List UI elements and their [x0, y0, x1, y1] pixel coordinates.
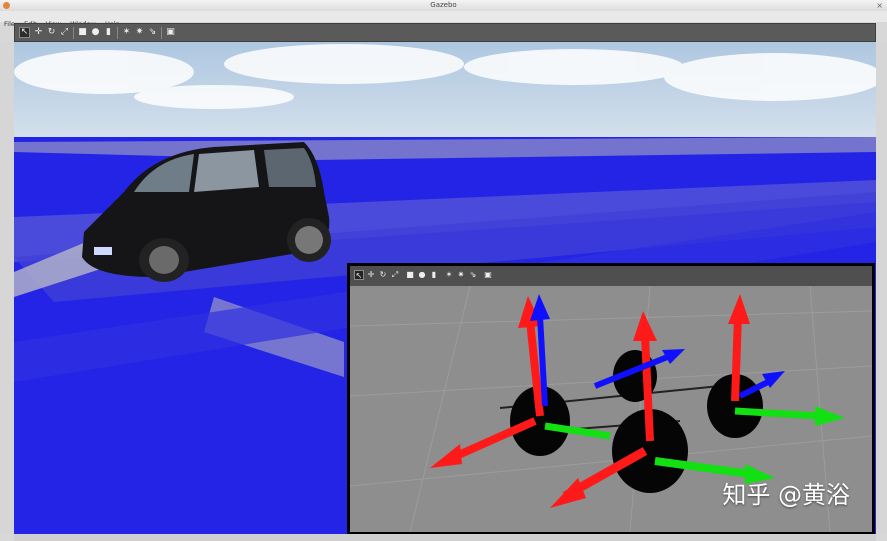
status-bar — [14, 534, 876, 541]
point-light-icon[interactable]: ✶ — [121, 27, 132, 38]
rotate-icon[interactable]: ↻ — [378, 270, 388, 280]
directional-light-icon[interactable]: ⇘ — [147, 27, 158, 38]
close-icon[interactable]: × — [876, 1, 883, 10]
toolbar-divider — [73, 27, 74, 39]
directional-light-icon[interactable]: ⇘ — [468, 270, 478, 280]
sphere-shape-icon[interactable]: ● — [90, 27, 101, 38]
sphere-shape-icon[interactable]: ● — [417, 270, 427, 280]
watermark: 知乎 @黄浴 — [722, 481, 850, 509]
box-shape-icon[interactable]: ■ — [405, 270, 415, 280]
translate-icon[interactable]: ✛ — [33, 27, 44, 38]
spot-light-icon[interactable]: ✷ — [456, 270, 466, 280]
cylinder-shape-icon[interactable]: ▮ — [429, 270, 439, 280]
screenshot-icon[interactable]: ▣ — [483, 270, 493, 280]
menu-bar: File Edit View Window Help — [0, 11, 887, 28]
screenshot-icon[interactable]: ▣ — [165, 27, 176, 38]
select-arrow-icon[interactable]: ↖ — [354, 270, 364, 280]
window-title: Gazebo — [430, 1, 457, 9]
translate-icon[interactable]: ✛ — [366, 270, 376, 280]
spot-light-icon[interactable]: ✷ — [134, 27, 145, 38]
box-shape-icon[interactable]: ■ — [77, 27, 88, 38]
cylinder-shape-icon[interactable]: ▮ — [103, 27, 114, 38]
point-light-icon[interactable]: ✶ — [444, 270, 454, 280]
scale-icon[interactable]: ⤢ — [59, 27, 70, 38]
main-toolbar: ↖ ✛ ↻ ⤢ ■ ● ▮ ✶ ✷ ⇘ ▣ — [14, 23, 876, 42]
license-plate — [94, 247, 112, 255]
rotate-icon[interactable]: ↻ — [46, 27, 57, 38]
select-arrow-icon[interactable]: ↖ — [19, 27, 30, 38]
inset-viewport[interactable]: ↖ ✛ ↻ ⤢ ■ ● ▮ ✶ ✷ ⇘ ▣ 知乎 @黄浴 — [347, 263, 875, 535]
toolbar-divider — [117, 27, 118, 39]
left-panel-edge[interactable] — [0, 42, 14, 534]
right-panel-edge[interactable] — [876, 42, 887, 534]
toolbar-divider — [161, 27, 162, 39]
inset-toolbar: ↖ ✛ ↻ ⤢ ■ ● ▮ ✶ ✷ ⇘ ▣ — [350, 266, 872, 286]
scale-icon[interactable]: ⤢ — [390, 270, 400, 280]
